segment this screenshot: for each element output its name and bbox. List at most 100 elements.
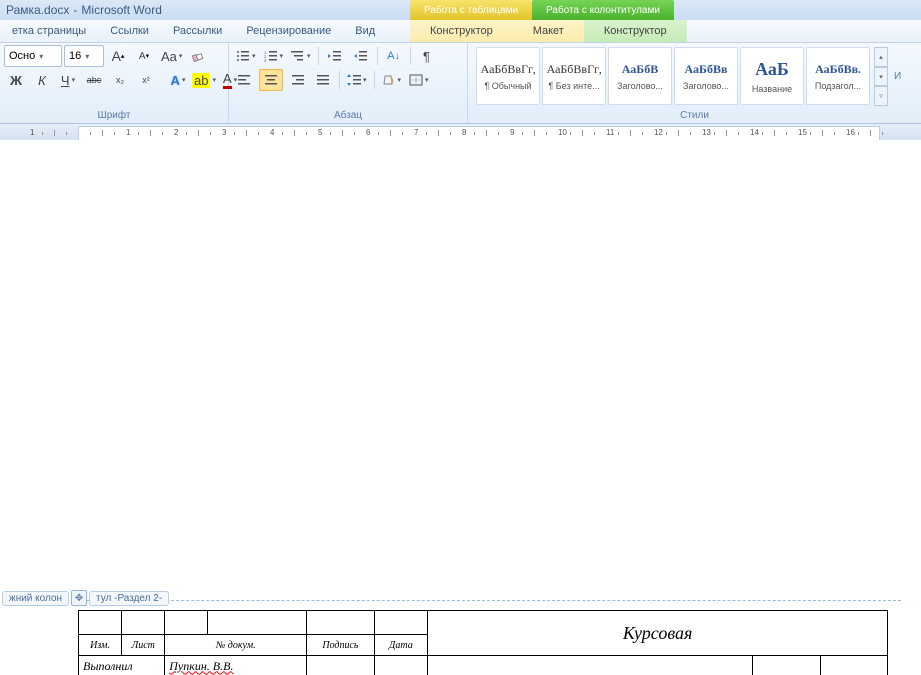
subscript-button[interactable]: x₂ (108, 69, 132, 91)
ruler-subtick (810, 132, 811, 135)
ruler-subtick (882, 132, 883, 135)
text-effects-button[interactable]: A (166, 69, 190, 91)
tab-view[interactable]: Вид (343, 20, 387, 42)
ruler-subtick (594, 132, 595, 135)
highlight-button[interactable]: ab (192, 69, 216, 91)
ruler-subtick (642, 132, 643, 135)
align-left-button[interactable] (233, 69, 257, 91)
shading-button[interactable] (379, 69, 405, 91)
ruler-subtick (102, 130, 103, 136)
col-date[interactable]: Дата (374, 635, 428, 656)
context-tab-tables[interactable]: Работа с таблицами (410, 0, 532, 20)
gost-title-block[interactable]: Курсовая Изм. Лист № докум. Подпись Дата… (78, 610, 888, 675)
ruler-subtick (246, 130, 247, 136)
justify-icon (316, 74, 330, 86)
app-name: Microsoft Word (81, 3, 161, 17)
footer-tab-left: жний колон (2, 591, 69, 606)
bold-button[interactable]: Ж (4, 69, 28, 91)
style-card-1[interactable]: АаБбВвГг,¶ Без инте... (542, 47, 606, 105)
ruler-tick: 1 (126, 128, 130, 137)
group-paragraph: 123 А↓ ¶ Абзац (229, 43, 468, 123)
ruler-tick: 16 (846, 128, 855, 137)
style-card-2[interactable]: АаБбВЗаголово... (608, 47, 672, 105)
change-case-button[interactable]: Aa (158, 45, 185, 67)
italic-button[interactable]: К (30, 69, 54, 91)
align-left-icon (238, 74, 252, 86)
ruler-subtick (186, 132, 187, 135)
ruler-subtick (402, 132, 403, 135)
col-sign[interactable]: Подпись (307, 635, 374, 656)
ruler-subtick (282, 132, 283, 135)
separator (318, 47, 319, 65)
underline-button[interactable]: Ч (56, 69, 80, 91)
align-right-button[interactable] (285, 69, 309, 91)
col-list[interactable]: Лист (122, 635, 165, 656)
bullets-button[interactable] (233, 45, 259, 67)
contextual-tabs: Работа с таблицами Работа с колонтитулам… (410, 0, 674, 20)
change-styles-button[interactable]: И (894, 71, 901, 82)
ruler-subtick (630, 130, 631, 136)
bullets-icon (236, 50, 250, 62)
subtab-header-design[interactable]: Конструктор (584, 20, 687, 42)
numbering-icon: 123 (264, 50, 278, 62)
tab-references[interactable]: Ссылки (98, 20, 161, 42)
project-name[interactable]: Адронный коллайдер (428, 656, 753, 675)
name-author[interactable]: Пупкин. В.В. (165, 656, 307, 675)
styles-expand[interactable]: ▿ (874, 86, 888, 106)
superscript-button[interactable]: x² (134, 69, 158, 91)
multilevel-icon (291, 50, 305, 62)
style-card-4[interactable]: АаБНазвание (740, 47, 804, 105)
subtab-table-layout[interactable]: Макет (513, 20, 584, 42)
ruler-subtick (666, 132, 667, 135)
style-card-5[interactable]: АаБбВв.Подзагол... (806, 47, 870, 105)
doc-name: Рамка.docx (6, 3, 69, 17)
tab-mailings[interactable]: Рассылки (161, 20, 234, 42)
style-card-3[interactable]: АаБбВвЗаголово... (674, 47, 738, 105)
ruler-tick: 10 (558, 128, 567, 137)
shrink-font-button[interactable]: A▾ (132, 45, 156, 67)
font-name-combo[interactable]: Осно▾ (4, 45, 62, 67)
anchor-icon[interactable]: ✥ (71, 590, 87, 606)
project-type[interactable]: Курсовая (428, 611, 888, 656)
show-marks-button[interactable]: ¶ (415, 45, 439, 67)
separator (374, 71, 375, 89)
document-area[interactable]: жний колон ✥ тул -Раздел 2- Курсовая Изм… (0, 140, 921, 675)
strikethrough-button[interactable]: abc (82, 69, 106, 91)
borders-button[interactable] (406, 69, 432, 91)
grow-font-button[interactable]: A▴ (106, 45, 130, 67)
clear-formatting-button[interactable] (187, 45, 211, 67)
ruler-subtick (474, 132, 475, 135)
ruler-tick: 8 (462, 128, 466, 137)
ruler-subtick (306, 132, 307, 135)
ruler-tick: 2 (174, 128, 178, 137)
tab-review[interactable]: Рецензирование (234, 20, 343, 42)
ruler-subtick (66, 132, 67, 135)
ruler-subtick (762, 132, 763, 135)
borders-icon (409, 74, 423, 86)
role-author[interactable]: Выполнил (79, 656, 165, 675)
numbering-button[interactable]: 123 (261, 45, 287, 67)
ruler-tick: 12 (654, 128, 663, 137)
multilevel-list-button[interactable] (288, 45, 314, 67)
styles-scroll: ▴ ▾ ▿ (874, 47, 888, 106)
style-card-0[interactable]: АаБбВвГг,¶ Обычный (476, 47, 540, 105)
styles-scroll-down[interactable]: ▾ (874, 67, 888, 87)
sort-button[interactable]: А↓ (382, 45, 406, 67)
font-size-combo[interactable]: 16▾ (64, 45, 104, 67)
ruler-tick: 11 (606, 128, 614, 137)
align-center-button[interactable] (259, 69, 283, 91)
col-docnum[interactable]: № докум. (165, 635, 307, 656)
decrease-indent-button[interactable] (323, 45, 347, 67)
footer-tab-right: тул -Раздел 2- (89, 591, 169, 606)
line-spacing-button[interactable] (344, 69, 370, 91)
ruler-subtick (522, 132, 523, 135)
ruler-subtick (42, 132, 43, 135)
ruler-subtick (378, 132, 379, 135)
subtab-table-design[interactable]: Конструктор (410, 20, 513, 42)
col-izm[interactable]: Изм. (79, 635, 122, 656)
context-tab-headers[interactable]: Работа с колонтитулами (532, 0, 674, 20)
increase-indent-button[interactable] (349, 45, 373, 67)
justify-button[interactable] (311, 69, 335, 91)
styles-scroll-up[interactable]: ▴ (874, 47, 888, 67)
tab-page-layout[interactable]: етка страницы (0, 20, 98, 42)
